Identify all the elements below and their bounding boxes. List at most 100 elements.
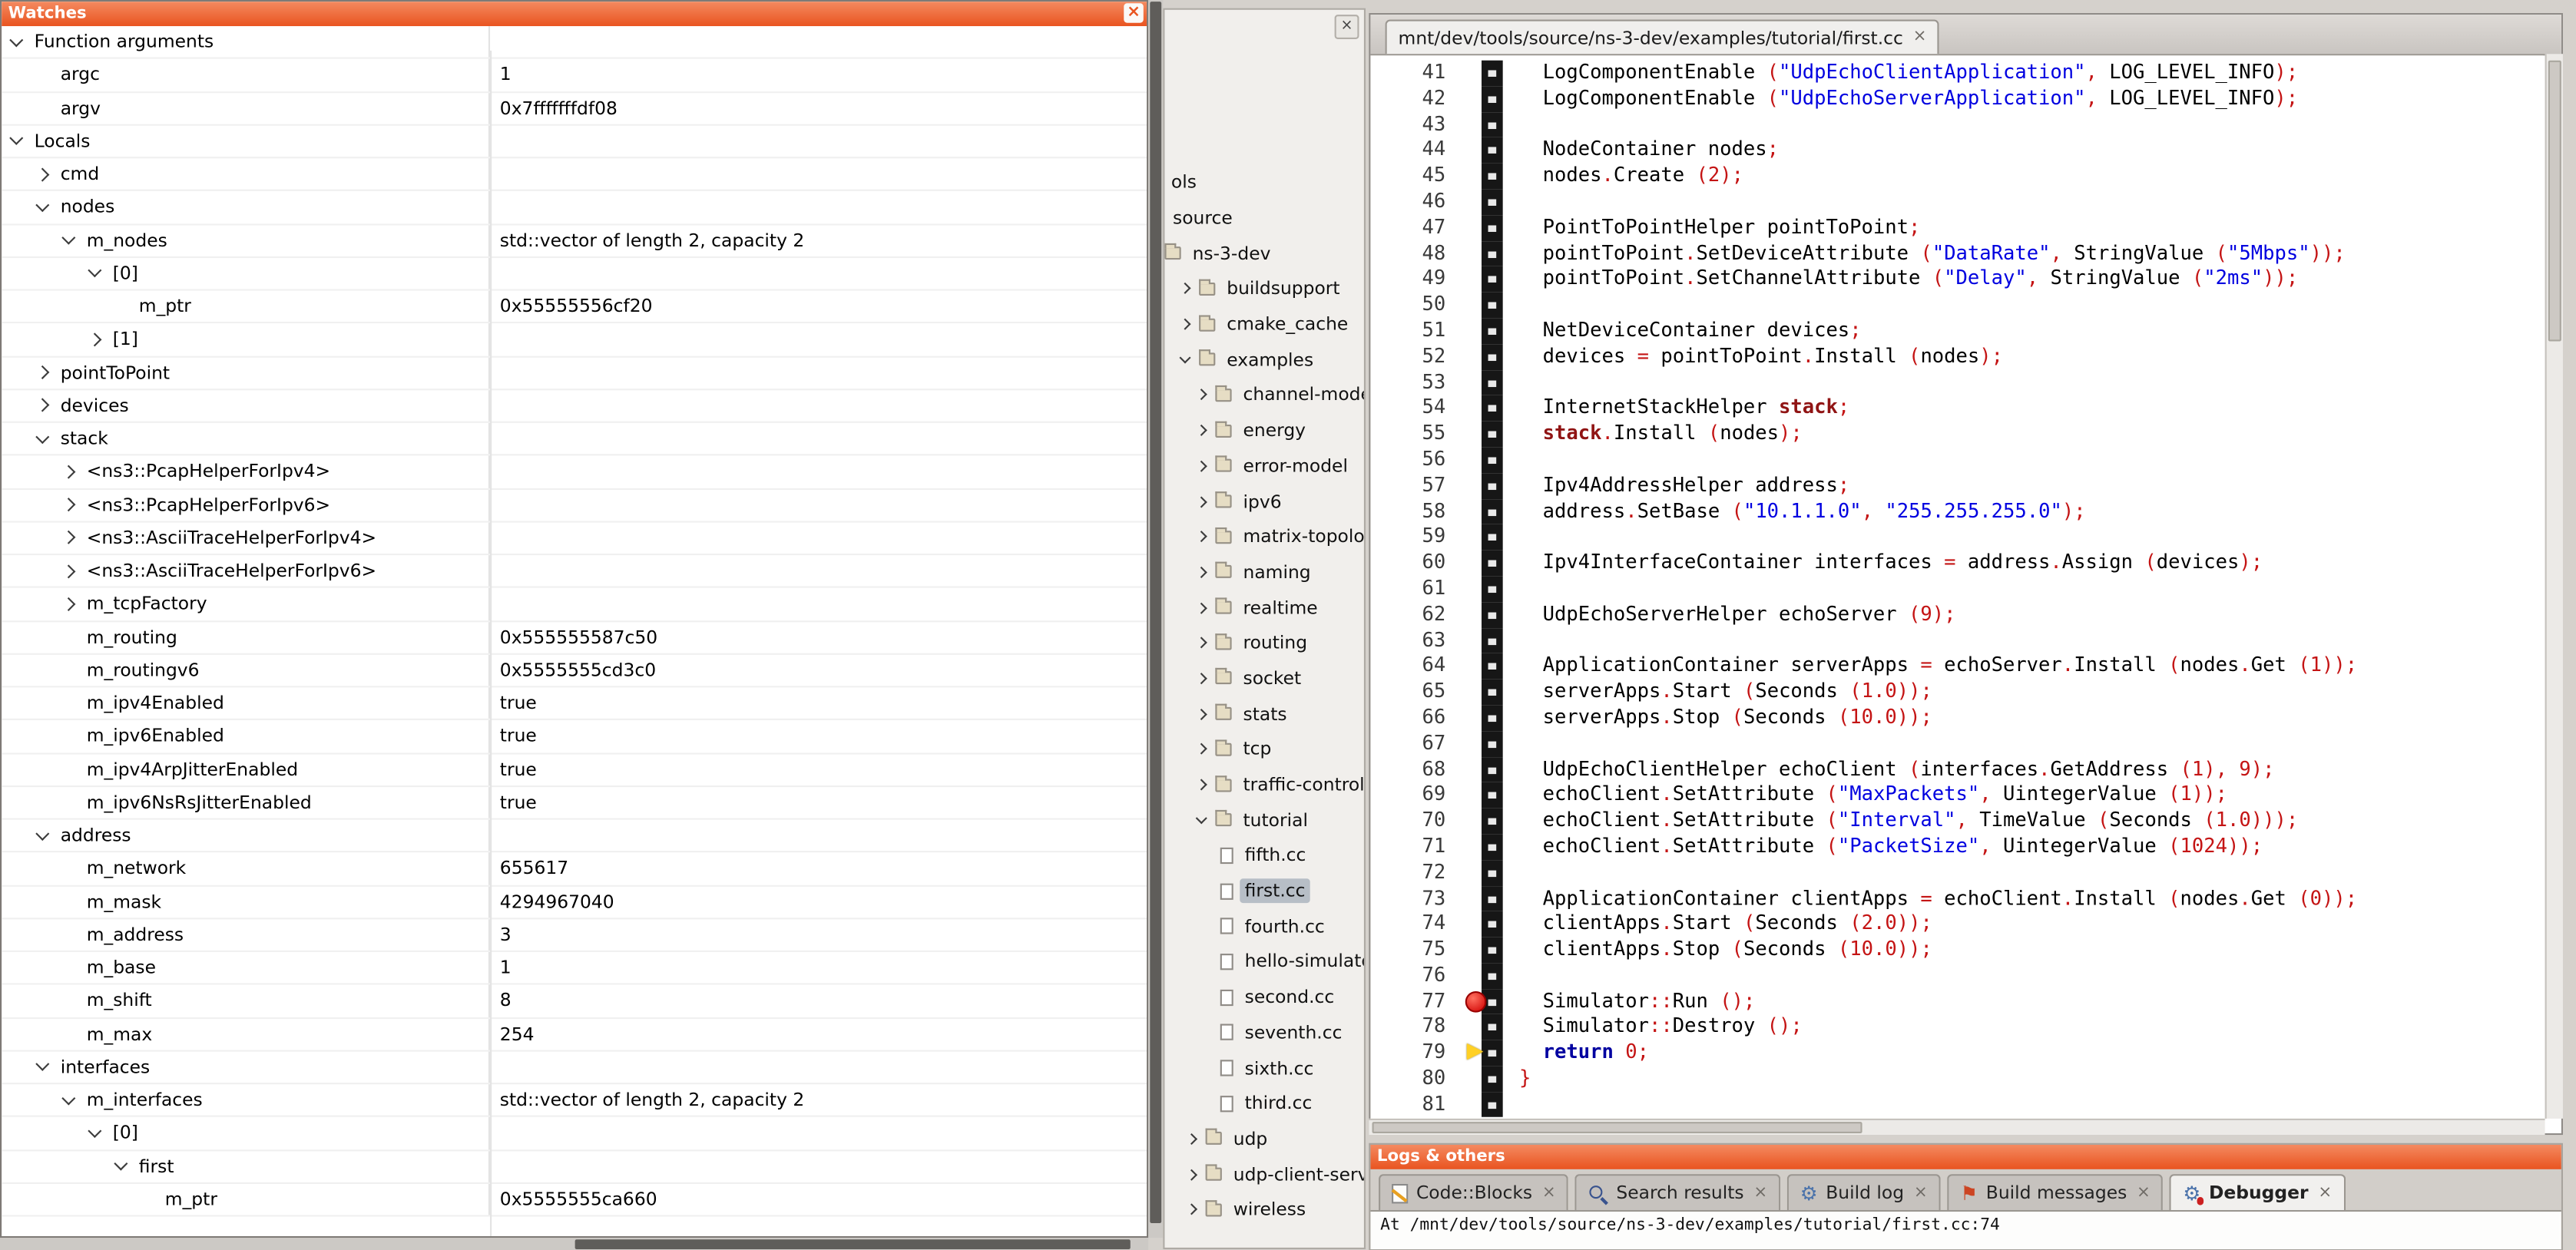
gutter-strip[interactable] [1482,524,1503,551]
chevron-right-icon[interactable] [61,465,75,478]
watch-row[interactable]: first [2,1150,1147,1183]
chevron-right-icon[interactable] [1196,602,1207,613]
watch-row[interactable]: address [2,820,1147,853]
watches-vertical-scrollbar[interactable] [1148,0,1163,1238]
tree-item[interactable]: channel-models [1164,378,1363,413]
breakpoint-icon[interactable] [1465,990,1487,1012]
watch-row[interactable]: cmd [2,158,1147,191]
chevron-right-icon[interactable] [61,597,75,611]
line-number[interactable]: 51 [1370,319,1462,345]
close-icon[interactable] [2137,1185,2151,1201]
logs-tab-build-log[interactable]: ⚙Build log [1787,1174,1941,1210]
chevron-down-icon[interactable] [9,32,23,46]
gutter-strip[interactable] [1482,1040,1503,1066]
line-number[interactable]: 77 [1370,989,1462,1015]
tree-item[interactable]: seventh.cc [1164,1015,1363,1050]
close-icon[interactable] [2318,1185,2332,1201]
watch-row[interactable]: interfaces [2,1051,1147,1084]
gutter-strip[interactable] [1482,241,1503,267]
tree-item[interactable]: routing [1164,625,1363,660]
watch-value[interactable]: 0x555555587c50 [490,627,1147,648]
line-number[interactable]: 50 [1370,293,1462,319]
gutter-strip[interactable] [1482,422,1503,448]
watch-row[interactable]: m_shift8 [2,985,1147,1018]
gutter-strip[interactable] [1482,835,1503,861]
gutter-strip[interactable] [1482,164,1503,190]
watch-row[interactable]: <ns3::AsciiTraceHelperForIpv4> [2,522,1147,555]
gutter-strip[interactable] [1482,680,1503,706]
gutter-strip[interactable] [1482,215,1503,241]
tree-item[interactable]: naming [1164,554,1363,590]
watch-value[interactable]: true [490,759,1147,780]
logs-titlebar[interactable]: Logs & others [1370,1145,2561,1169]
gutter-strip[interactable] [1482,628,1503,654]
logs-tab-debugger[interactable]: ⚙Debugger [2170,1174,2345,1210]
tree-item[interactable]: hello-simulator.cc [1164,944,1363,980]
gutter-strip[interactable] [1482,782,1503,809]
logs-tab-search-results[interactable]: Search results [1575,1174,1780,1210]
gutter-strip[interactable] [1482,577,1503,603]
chevron-down-icon[interactable] [35,429,49,443]
gutter-strip[interactable] [1482,344,1503,370]
watch-value[interactable]: 0x55555556cf20 [490,296,1147,317]
line-number[interactable]: 80 [1370,1066,1462,1093]
gutter-strip[interactable] [1482,190,1503,216]
tree-item[interactable]: socket [1164,661,1363,696]
gutter-strip[interactable] [1482,964,1503,990]
line-number[interactable]: 59 [1370,524,1462,551]
watches-titlebar[interactable]: Watches [2,2,1147,26]
line-number[interactable]: 67 [1370,731,1462,757]
line-number[interactable]: 74 [1370,911,1462,938]
close-icon[interactable] [1542,1185,1556,1201]
watch-row[interactable]: m_ptr0x55555556cf20 [2,291,1147,324]
watch-value[interactable]: 254 [490,1023,1147,1045]
editor-vertical-scrollbar[interactable] [2545,54,2563,1119]
line-number[interactable]: 63 [1370,628,1462,654]
watch-row[interactable]: argv0x7fffffffdf08 [2,92,1147,125]
line-number[interactable]: 70 [1370,809,1462,835]
line-number[interactable]: 71 [1370,835,1462,861]
chevron-right-icon[interactable] [1196,743,1207,755]
watch-value[interactable]: 4294967040 [490,891,1147,912]
scrollbar-thumb[interactable] [2548,61,2561,342]
chevron-down-icon[interactable] [1196,812,1207,824]
gutter-strip[interactable] [1482,757,1503,783]
close-icon[interactable] [1753,1185,1767,1201]
line-number[interactable]: 42 [1370,86,1462,112]
watch-row[interactable]: m_address3 [2,919,1147,952]
watch-row[interactable]: [0] [2,258,1147,291]
watch-row[interactable]: m_tcpFactory [2,588,1147,621]
column-divider[interactable] [490,51,492,1236]
line-number[interactable]: 53 [1370,370,1462,396]
chevron-right-icon[interactable] [1186,1133,1197,1145]
scrollbar-thumb[interactable] [1150,2,1161,1223]
gutter-strip[interactable] [1482,395,1503,422]
watch-row[interactable]: m_ipv4Enabledtrue [2,687,1147,720]
line-number[interactable]: 47 [1370,215,1462,241]
gutter-strip[interactable] [1482,61,1503,87]
watch-row[interactable]: pointToPoint [2,357,1147,390]
tree-item[interactable]: buildsupport [1164,271,1363,306]
tree-item[interactable]: tutorial [1164,802,1363,838]
line-number[interactable]: 48 [1370,241,1462,267]
line-number[interactable]: 61 [1370,577,1462,603]
watch-row[interactable]: [0] [2,1117,1147,1150]
line-number[interactable]: 69 [1370,782,1462,809]
line-number[interactable]: 79 [1370,1040,1462,1066]
chevron-right-icon[interactable] [61,531,75,544]
tree-item[interactable]: udp-client-server [1164,1156,1363,1192]
watch-value[interactable]: 0x5555555cd3c0 [490,660,1147,681]
tree-item[interactable]: examples [1164,342,1363,377]
tree-item[interactable]: second.cc [1164,980,1363,1015]
watch-row[interactable]: Function arguments [2,26,1147,59]
scrollbar-thumb[interactable] [575,1239,1131,1248]
logs-tab-code-blocks[interactable]: Code::Blocks [1379,1174,1569,1210]
chevron-right-icon[interactable] [35,398,49,412]
gutter-strip[interactable] [1482,551,1503,577]
close-icon[interactable] [1913,29,1927,45]
close-icon[interactable] [1124,3,1144,23]
tree-item[interactable]: udp [1164,1121,1363,1156]
line-number[interactable]: 62 [1370,602,1462,628]
line-number[interactable]: 78 [1370,1015,1462,1041]
watch-row[interactable]: m_nodesstd::vector of length 2, capacity… [2,224,1147,257]
